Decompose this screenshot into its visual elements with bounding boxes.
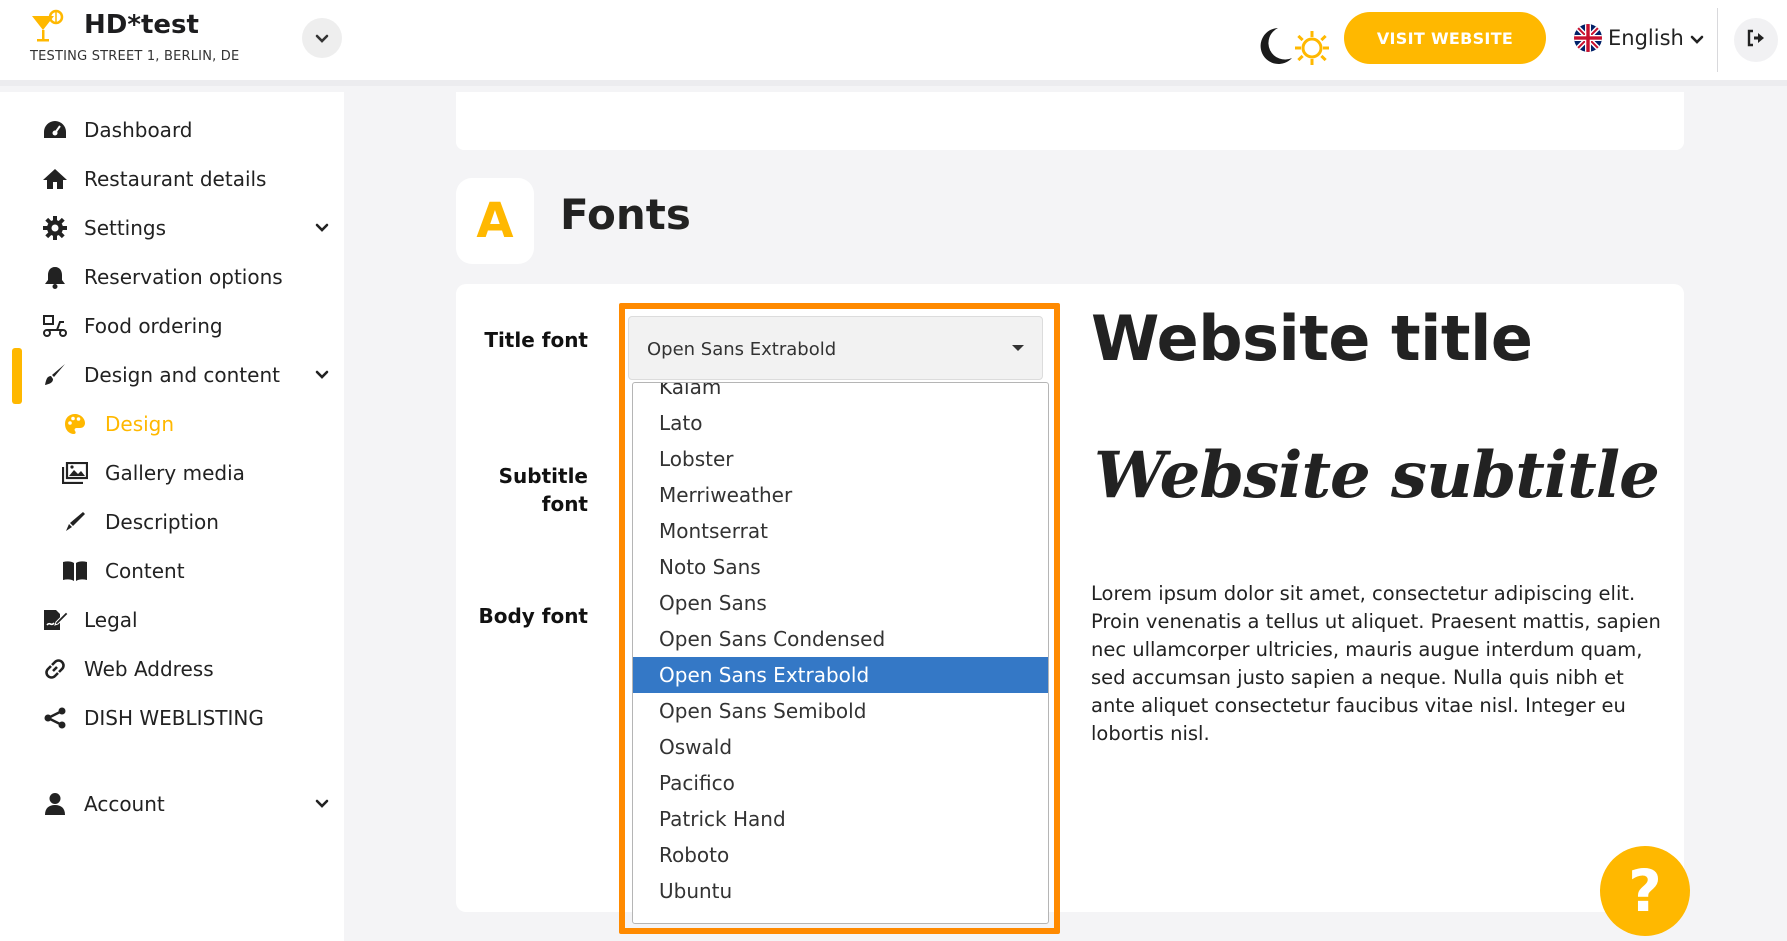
theme-toggle[interactable] — [1252, 22, 1332, 70]
sidebar-item-label: Design — [105, 412, 175, 436]
font-option-kalam[interactable]: Kalam — [633, 383, 1048, 405]
subtitle-font-label: Subtitle font — [438, 462, 588, 518]
language-label: English — [1608, 26, 1684, 50]
font-option-ubuntu[interactable]: Ubuntu — [633, 873, 1048, 909]
moon-icon — [1260, 28, 1292, 64]
sidebar-item-label: Account — [84, 792, 165, 816]
sidebar-item-label: Description — [105, 510, 219, 534]
subtitle-font-label-line1: Subtitle — [498, 464, 588, 488]
sidebar-item-account[interactable]: Account — [0, 780, 344, 828]
font-option-pacifico[interactable]: Pacifico — [633, 765, 1048, 801]
sidebar-item-label: Reservation options — [84, 265, 283, 289]
sidebar-item-reservation-options[interactable]: Reservation options — [0, 253, 344, 301]
chevron-down-icon — [310, 792, 334, 816]
font-option-open-sans-extrabold[interactable]: Open Sans Extrabold — [633, 657, 1048, 693]
font-option-patrick-hand[interactable]: Patrick Hand — [633, 801, 1048, 837]
home-icon — [42, 166, 68, 192]
sidebar-item-label: Web Address — [84, 657, 214, 681]
signature-icon — [42, 607, 68, 633]
top-header: HD*test TESTING STREET 1, BERLIN, DE VIS… — [0, 0, 1787, 86]
fonts-section-icon: A — [456, 178, 534, 264]
font-option-montserrat[interactable]: Montserrat — [633, 513, 1048, 549]
chevron-down-icon — [310, 216, 334, 240]
sidebar-item-gallery-media[interactable]: Gallery media — [0, 449, 344, 497]
font-option-open-sans-condensed[interactable]: Open Sans Condensed — [633, 621, 1048, 657]
header-divider — [1717, 8, 1718, 72]
sidebar-item-settings[interactable]: Settings — [0, 204, 344, 252]
sidebar-item-web-address[interactable]: Web Address — [0, 645, 344, 693]
preview-subtitle: Website subtitle — [1094, 438, 1660, 513]
sidebar-item-legal[interactable]: Legal — [0, 596, 344, 644]
sun-icon — [1295, 31, 1329, 65]
chevron-down-icon — [310, 363, 334, 387]
language-selector[interactable]: English — [1574, 22, 1704, 54]
caret-down-icon — [1012, 345, 1024, 351]
title-font-selected-value: Open Sans Extrabold — [647, 339, 837, 360]
gear-icon — [42, 215, 68, 241]
sidebar-item-content[interactable]: Content — [0, 547, 344, 595]
sidebar-item-design-and-content[interactable]: Design and content — [0, 348, 344, 404]
sidebar-item-label: Design and content — [84, 363, 280, 387]
sidebar-item-label: Restaurant details — [84, 167, 267, 191]
font-option-noto-sans[interactable]: Noto Sans — [633, 549, 1048, 585]
sidebar-item-food-ordering[interactable]: Food ordering — [0, 302, 344, 350]
visit-website-button[interactable]: VISIT WEBSITE — [1344, 12, 1546, 64]
font-option-open-sans-semibold[interactable]: Open Sans Semibold — [633, 693, 1048, 729]
previous-section-card — [456, 92, 1684, 150]
pen-icon — [62, 509, 88, 535]
palette-icon — [62, 411, 88, 437]
brush-icon — [42, 362, 68, 388]
preview-body: Lorem ipsum dolor sit amet, consectetur … — [1091, 582, 1661, 745]
sidebar-item-dashboard[interactable]: Dashboard — [0, 106, 344, 154]
share-icon — [42, 705, 68, 731]
images-icon — [62, 460, 88, 486]
dashboard-icon — [42, 117, 68, 143]
logout-button[interactable] — [1734, 18, 1778, 62]
cocktail-logo-icon — [28, 8, 66, 46]
link-icon — [42, 656, 68, 682]
scooter-icon — [42, 313, 68, 339]
font-option-roboto[interactable]: Roboto — [633, 837, 1048, 873]
body-font-label: Body font — [478, 604, 588, 628]
title-font-label: Title font — [484, 328, 588, 352]
bell-icon — [42, 264, 68, 290]
font-option-lobster[interactable]: Lobster — [633, 441, 1048, 477]
sidebar-item-restaurant-details[interactable]: Restaurant details — [0, 155, 344, 203]
font-option-lato[interactable]: Lato — [633, 405, 1048, 441]
sidebar-item-dish-weblisting[interactable]: DISH WEBLISTING — [0, 694, 344, 742]
book-icon — [62, 558, 88, 584]
sidebar-item-label: Dashboard — [84, 118, 193, 142]
help-button[interactable]: ? — [1600, 846, 1690, 936]
font-option-open-sans[interactable]: Open Sans — [633, 585, 1048, 621]
font-option-merriweather[interactable]: Merriweather — [633, 477, 1048, 513]
sidebar-item-label: Food ordering — [84, 314, 223, 338]
title-font-select[interactable]: Open Sans Extrabold — [628, 316, 1043, 380]
chevron-down-icon — [315, 29, 329, 48]
restaurant-switcher-button[interactable] — [302, 18, 342, 58]
logout-icon — [1746, 28, 1766, 52]
uk-flag-icon — [1574, 24, 1602, 52]
sidebar-item-label: Gallery media — [105, 461, 245, 485]
title-font-dropdown-list[interactable]: Kalam Lato Lobster Merriweather Montserr… — [632, 382, 1049, 924]
sidebar-item-design[interactable]: Design — [0, 400, 344, 448]
sidebar-item-label: DISH WEBLISTING — [84, 706, 264, 730]
brand-address: TESTING STREET 1, BERLIN, DE — [30, 49, 240, 64]
brand-name: HD*test — [84, 10, 199, 40]
preview-title: Website title — [1091, 302, 1533, 375]
font-option-oswald[interactable]: Oswald — [633, 729, 1048, 765]
user-icon — [42, 791, 68, 817]
sidebar-item-label: Content — [105, 559, 185, 583]
sidebar-item-label: Legal — [84, 608, 138, 632]
sidebar: Dashboard Restaurant details Settings Re… — [0, 92, 344, 941]
subtitle-font-label-line2: font — [541, 492, 588, 516]
active-indicator — [12, 348, 22, 404]
sidebar-item-description[interactable]: Description — [0, 498, 344, 546]
chevron-down-icon — [1690, 26, 1704, 50]
sidebar-item-label: Settings — [84, 216, 167, 240]
section-title: Fonts — [560, 190, 691, 239]
